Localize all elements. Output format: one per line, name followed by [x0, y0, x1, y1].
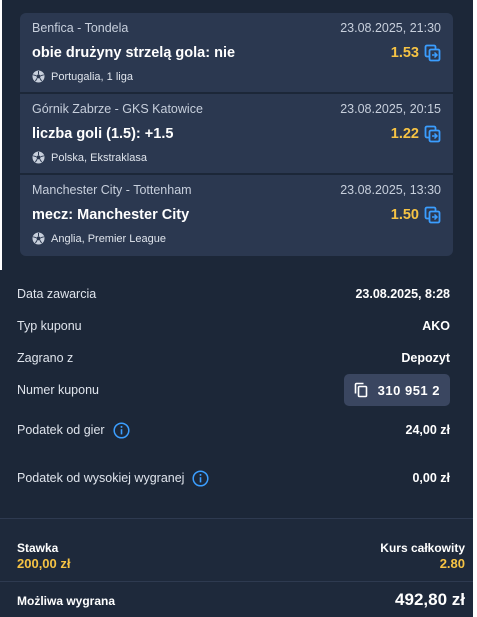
- detail-row-date: Data zawarcia 23.08.2025, 8:28: [17, 284, 450, 304]
- bet-pick: liczba goli (1.5): +1.5: [32, 126, 174, 142]
- coupon-details: Data zawarcia 23.08.2025, 8:28 Typ kupon…: [0, 270, 473, 518]
- type-label: Typ kuponu: [17, 319, 82, 333]
- bet-datetime: 23.08.2025, 13:30: [340, 183, 441, 197]
- copy-icon[interactable]: [424, 125, 441, 143]
- info-icon[interactable]: [192, 469, 210, 487]
- detail-row-tax: Podatek od gier 24,00 zł: [17, 420, 450, 440]
- bet-datetime: 23.08.2025, 21:30: [340, 21, 441, 35]
- bet-datetime: 23.08.2025, 20:15: [340, 102, 441, 116]
- bet-odds: 1.50: [390, 207, 419, 223]
- bet-item: Manchester City - Tottenham 23.08.2025, …: [20, 175, 453, 256]
- detail-row-coupon: Numer kuponu 310 951 2: [17, 374, 450, 406]
- source-label: Zagrano z: [17, 351, 74, 365]
- bet-match: Manchester City - Tottenham: [32, 183, 192, 197]
- coupon-label: Numer kuponu: [17, 383, 99, 397]
- bet-league-label: Polska, Ekstraklasa: [51, 151, 147, 164]
- bet-league-label: Portugalia, 1 liga: [51, 70, 133, 83]
- copy-icon: [354, 382, 367, 398]
- football-icon: [32, 70, 45, 83]
- bet-cards: Benfica - Tondela 23.08.2025, 21:30 obie…: [20, 13, 453, 256]
- source-value: Depozyt: [401, 351, 450, 365]
- bet-item: Górnik Zabrze - GKS Katowice 23.08.2025,…: [20, 94, 453, 175]
- tax-label-wrap: Podatek od gier: [17, 421, 130, 439]
- copy-icon[interactable]: [424, 44, 441, 62]
- football-icon: [32, 232, 45, 245]
- type-value: AKO: [422, 319, 450, 333]
- coupon-summary: Stawka 200,00 zł Kurs całkowity 2.80 Moż…: [0, 518, 473, 617]
- high-tax-value: 0,00 zł: [412, 471, 450, 485]
- bet-odds: 1.22: [390, 126, 419, 142]
- total-odds-value: 2.80: [439, 556, 465, 571]
- coupon-number: 310 951 2: [377, 382, 440, 398]
- divider: [0, 581, 473, 582]
- date-value: 23.08.2025, 8:28: [355, 287, 450, 301]
- bet-league-label: Anglia, Premier League: [51, 232, 166, 245]
- detail-row-type: Typ kuponu AKO: [17, 316, 450, 336]
- copy-icon[interactable]: [424, 206, 441, 224]
- bet-pick: mecz: Manchester City: [32, 207, 190, 223]
- detail-row-source: Zagrano z Depozyt: [17, 348, 450, 368]
- bet-league: Portugalia, 1 liga: [32, 70, 133, 83]
- high-tax-label: Podatek od wysokiej wygranej: [17, 471, 185, 485]
- tax-value: 24,00 zł: [405, 423, 450, 437]
- stake-value: 200,00 zł: [17, 556, 71, 571]
- info-icon[interactable]: [113, 421, 130, 439]
- possible-win-label: Możliwa wygrana: [17, 594, 116, 608]
- date-label: Data zawarcia: [17, 287, 97, 301]
- bet-league: Anglia, Premier League: [32, 232, 166, 245]
- total-odds-label: Kurs całkowity: [380, 541, 465, 555]
- tax-label: Podatek od gier: [17, 423, 105, 437]
- football-icon: [32, 151, 45, 164]
- stake-label: Stawka: [17, 541, 59, 555]
- bet-pick: obie drużyny strzelą gola: nie: [32, 45, 236, 61]
- bet-match: Benfica - Tondela: [32, 21, 129, 35]
- high-tax-label-wrap: Podatek od wysokiej wygranej: [17, 469, 210, 487]
- bet-item: Benfica - Tondela 23.08.2025, 21:30 obie…: [20, 13, 453, 94]
- possible-win-value: 492,80 zł: [395, 590, 465, 609]
- coupon-number-copy-button[interactable]: 310 951 2: [343, 374, 450, 406]
- bet-league: Polska, Ekstraklasa: [32, 151, 147, 164]
- bet-odds: 1.53: [390, 45, 419, 61]
- bet-list-panel: Benfica - Tondela 23.08.2025, 21:30 obie…: [2, 0, 473, 270]
- detail-row-high-tax: Podatek od wysokiej wygranej 0,00 zł: [17, 468, 450, 488]
- bet-match: Górnik Zabrze - GKS Katowice: [32, 102, 203, 116]
